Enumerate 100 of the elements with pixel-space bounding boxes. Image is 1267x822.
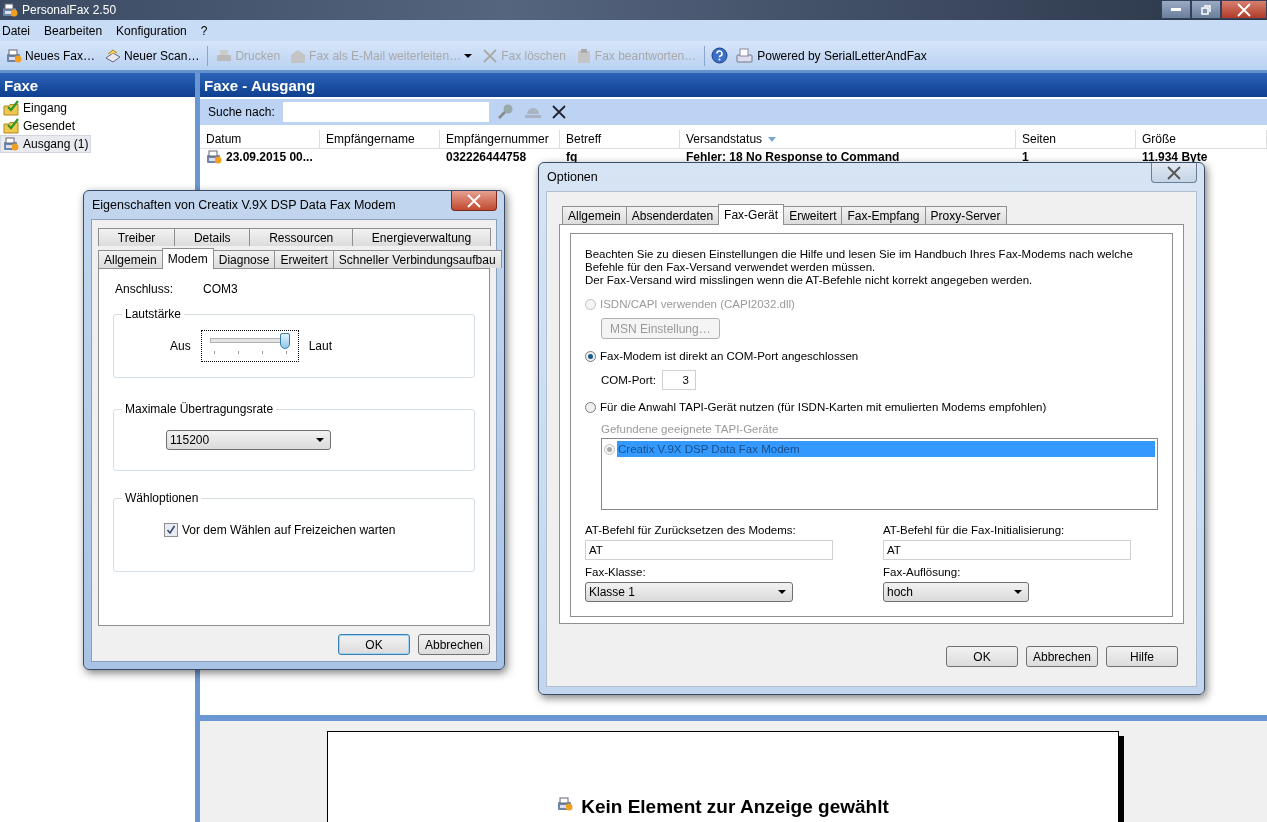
tab[interactable]: Erweitert: [274, 250, 334, 268]
table-cell: 23.09.2015 00...: [226, 150, 313, 164]
port-value: COM3: [203, 282, 238, 296]
close-button[interactable]: [1221, 0, 1267, 19]
column-header[interactable]: Betreff: [560, 130, 680, 148]
text-field[interactable]: AT: [883, 540, 1131, 560]
field-label: AT-Befehl für Zurücksetzen des Modems:: [585, 524, 797, 536]
dialog-title: Optionen: [547, 170, 598, 184]
column-header[interactable]: Seiten: [1016, 130, 1136, 148]
close-icon: [1236, 1, 1252, 18]
toolbar-button[interactable]: Powered by SerialLetterAndFax: [734, 45, 929, 66]
close-icon: [550, 104, 567, 120]
port-label: Anschluss:: [115, 282, 174, 296]
tab[interactable]: Fax-Empfang: [841, 206, 926, 224]
empty-message: Kein Element zur Anzeige gewählt: [581, 796, 889, 818]
tab[interactable]: Fax-Gerät: [718, 204, 785, 225]
pane-title: Faxe: [0, 73, 195, 97]
table-cell: 1: [1022, 150, 1029, 164]
fax-icon: [206, 149, 222, 165]
com-port-label: COM-Port:: [601, 374, 656, 386]
tab[interactable]: Proxy-Server: [924, 206, 1007, 224]
tab[interactable]: Schneller Verbindungsaufbau: [332, 250, 502, 268]
fax-machine-icon: [736, 47, 755, 64]
slider-max-label: Laut: [308, 339, 333, 353]
dialog-button[interactable]: Abbrechen: [1026, 646, 1098, 667]
dialog-button[interactable]: OK: [338, 634, 410, 655]
printer-icon: [216, 47, 233, 64]
radio-label: Fax-Modem ist direkt an COM-Port angeschlossen: [600, 350, 859, 362]
radio-button[interactable]: [585, 350, 596, 362]
document-icon: [575, 47, 592, 64]
search-field[interactable]: [282, 102, 489, 122]
column-header[interactable]: Empfängername: [320, 130, 440, 148]
group-title: Wähloptionen: [124, 491, 200, 505]
fax-machine-icon: [557, 796, 574, 812]
folder-item[interactable]: Gesendet: [0, 117, 79, 135]
folder-check-icon: [3, 100, 19, 116]
tab[interactable]: Ressourcen: [249, 228, 354, 246]
minimize-icon: [1171, 7, 1181, 12]
dropdown[interactable]: hoch: [883, 582, 1029, 602]
search-label: Suche nach:: [208, 105, 275, 119]
fax-icon: [6, 47, 22, 64]
group-title: Lautstärke: [124, 307, 183, 321]
dialog-title: Eigenschaften von Creatix V.9X DSP Data Fax Modem: [92, 198, 396, 212]
fax-icon: [3, 136, 19, 152]
table-cell: Fehler: 18 No Response to Command: [686, 150, 900, 164]
table-cell: 11.934 Byte: [1142, 150, 1208, 164]
restore-button[interactable]: [1191, 0, 1221, 19]
tab[interactable]: Absenderdaten: [625, 206, 720, 224]
dialog-button[interactable]: Abbrechen: [418, 634, 490, 655]
list-label: Gefundene geeignete TAPI-Geräte: [601, 423, 780, 435]
close-button[interactable]: [451, 191, 497, 211]
column-header[interactable]: Datum: [200, 130, 320, 148]
close-icon: [466, 192, 482, 209]
tab[interactable]: Erweitert: [783, 206, 843, 224]
radio-label: ISDN/CAPI verwenden (CAPI2032.dll): [600, 298, 795, 310]
tab[interactable]: Diagnose: [212, 250, 276, 268]
restore-icon: [1201, 4, 1211, 15]
tab[interactable]: Treiber: [98, 228, 176, 246]
info-text: Beachten Sie zu diesen Einstellungen die Hilfe und lesen Sie im Handbuch Ihres Fax-Modems nach welche Befehle für den Fax-Versand verwendet werden müssen.: [585, 248, 1134, 274]
column-header[interactable]: Größe: [1136, 130, 1267, 148]
info-text: Der Fax-Versand wird misslingen wenn die AT-Befehle nicht korrekt angegeben werden.: [585, 274, 1034, 287]
text-field[interactable]: AT: [585, 540, 833, 560]
scanner-icon: [105, 47, 122, 64]
help-icon[interactable]: [711, 47, 729, 64]
dropdown[interactable]: Klasse 1: [585, 582, 793, 602]
dialog-button[interactable]: Hilfe: [1106, 646, 1178, 667]
tab[interactable]: Energieverwaltung: [352, 228, 491, 246]
tab[interactable]: Modem: [161, 248, 214, 269]
window-title: PersonalFax 2.50: [22, 3, 117, 17]
column-header[interactable]: Empfängernummer: [440, 130, 560, 148]
toolbar-button[interactable]: Neuer Scan…: [103, 45, 202, 66]
folder-item[interactable]: Ausgang (1): [0, 135, 92, 153]
minimize-button[interactable]: [1161, 0, 1191, 19]
rate-dropdown[interactable]: 115200: [166, 430, 331, 450]
checkbox[interactable]: [164, 523, 178, 537]
menu-item[interactable]: Konfiguration: [116, 23, 187, 38]
close-icon: [1166, 164, 1182, 181]
menu-item[interactable]: ?: [200, 23, 208, 38]
radio-label: Für die Anwahl TAPI-Gerät nutzen (für ISDN-Karten mit emulierten Modems empfohlen): [600, 401, 1047, 413]
column-header[interactable]: Versandstatus: [680, 130, 1016, 148]
pane-title: Faxe - Ausgang: [200, 73, 1267, 97]
table-cell: 032226444758: [446, 150, 527, 164]
toolbar-button[interactable]: Neues Fax…: [4, 45, 98, 66]
group-title: Maximale Übertragungsrate: [124, 402, 275, 416]
tab[interactable]: Allgemein: [98, 250, 163, 268]
tab[interactable]: Allgemein: [562, 206, 627, 224]
slider-thumb[interactable]: [279, 333, 290, 349]
radio-button[interactable]: [585, 401, 596, 413]
menu-item[interactable]: Bearbeiten: [44, 23, 103, 38]
volume-slider[interactable]: [200, 330, 299, 362]
folder-item[interactable]: Eingang: [0, 99, 71, 117]
menu-item[interactable]: Datei: [2, 23, 30, 38]
close-button[interactable]: [1151, 163, 1197, 183]
tab[interactable]: Details: [174, 228, 251, 246]
slider-min-label: Aus: [170, 339, 191, 353]
app-icon: [2, 2, 18, 18]
folder-check-icon: [3, 118, 19, 134]
com-port-field[interactable]: 3: [661, 370, 696, 390]
delete-icon: [482, 47, 499, 64]
dialog-button[interactable]: OK: [946, 646, 1018, 667]
